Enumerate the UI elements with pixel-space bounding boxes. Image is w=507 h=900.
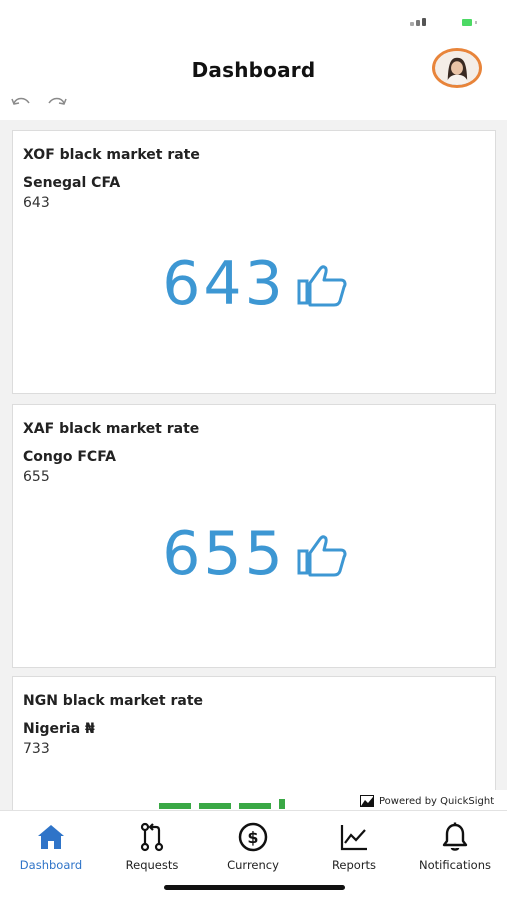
undo-icon[interactable] (10, 94, 32, 108)
pull-request-icon (140, 822, 164, 852)
card-title: NGN black market rate (23, 693, 204, 709)
page-title: Dashboard (191, 58, 316, 82)
card-value: 643 (23, 195, 50, 211)
thumbs-up-icon (297, 535, 347, 577)
kpi-number: 643 (162, 249, 286, 319)
tab-requests[interactable]: Requests (102, 821, 202, 872)
status-bar (410, 18, 477, 26)
profile-photo (435, 51, 479, 85)
tab-dashboard[interactable]: Dashboard (1, 821, 101, 872)
tab-currency[interactable]: $ Currency (203, 821, 303, 872)
card-value: 655 (23, 469, 50, 485)
svg-text:$: $ (247, 828, 258, 847)
rate-card-xof[interactable]: XOF black market rate Senegal CFA 643 64… (12, 130, 496, 394)
redo-icon[interactable] (46, 94, 68, 108)
card-title: XAF black market rate (23, 421, 200, 437)
card-title: XOF black market rate (23, 147, 200, 163)
dollar-circle-icon: $ (238, 822, 268, 852)
card-subtitle: Nigeria ₦ (23, 721, 95, 737)
kpi-number-partial (159, 799, 285, 809)
card-value: 733 (23, 741, 50, 757)
home-indicator (164, 885, 345, 890)
card-subtitle: Senegal CFA (23, 175, 121, 191)
avatar[interactable] (432, 48, 482, 88)
line-chart-icon (340, 825, 367, 851)
thumbs-up-icon (297, 265, 347, 307)
tab-label: Currency (227, 858, 279, 872)
bell-icon (442, 822, 468, 851)
card-subtitle: Congo FCFA (23, 449, 117, 465)
home-icon (38, 825, 64, 849)
dashboard-content[interactable]: XOF black market rate Senegal CFA 643 64… (0, 120, 507, 810)
rate-card-xaf[interactable]: XAF black market rate Congo FCFA 655 655 (12, 404, 496, 668)
tab-notifications[interactable]: Notifications (405, 821, 505, 872)
signal-icon (410, 18, 426, 26)
undo-redo-group (10, 94, 68, 108)
kpi-display: 655 (13, 519, 497, 589)
quicksight-icon (360, 795, 374, 807)
tab-label: Dashboard (19, 858, 83, 872)
kpi-number: 655 (162, 519, 286, 589)
tab-label: Reports (331, 858, 377, 872)
kpi-display: 643 (13, 249, 497, 319)
battery-icon (462, 18, 477, 26)
powered-by-label: Powered by QuickSight (379, 795, 495, 807)
powered-by-badge[interactable]: Powered by QuickSight (352, 790, 507, 812)
tab-reports[interactable]: Reports (304, 821, 404, 872)
tab-label: Requests (125, 858, 179, 872)
tab-label: Notifications (419, 858, 491, 872)
